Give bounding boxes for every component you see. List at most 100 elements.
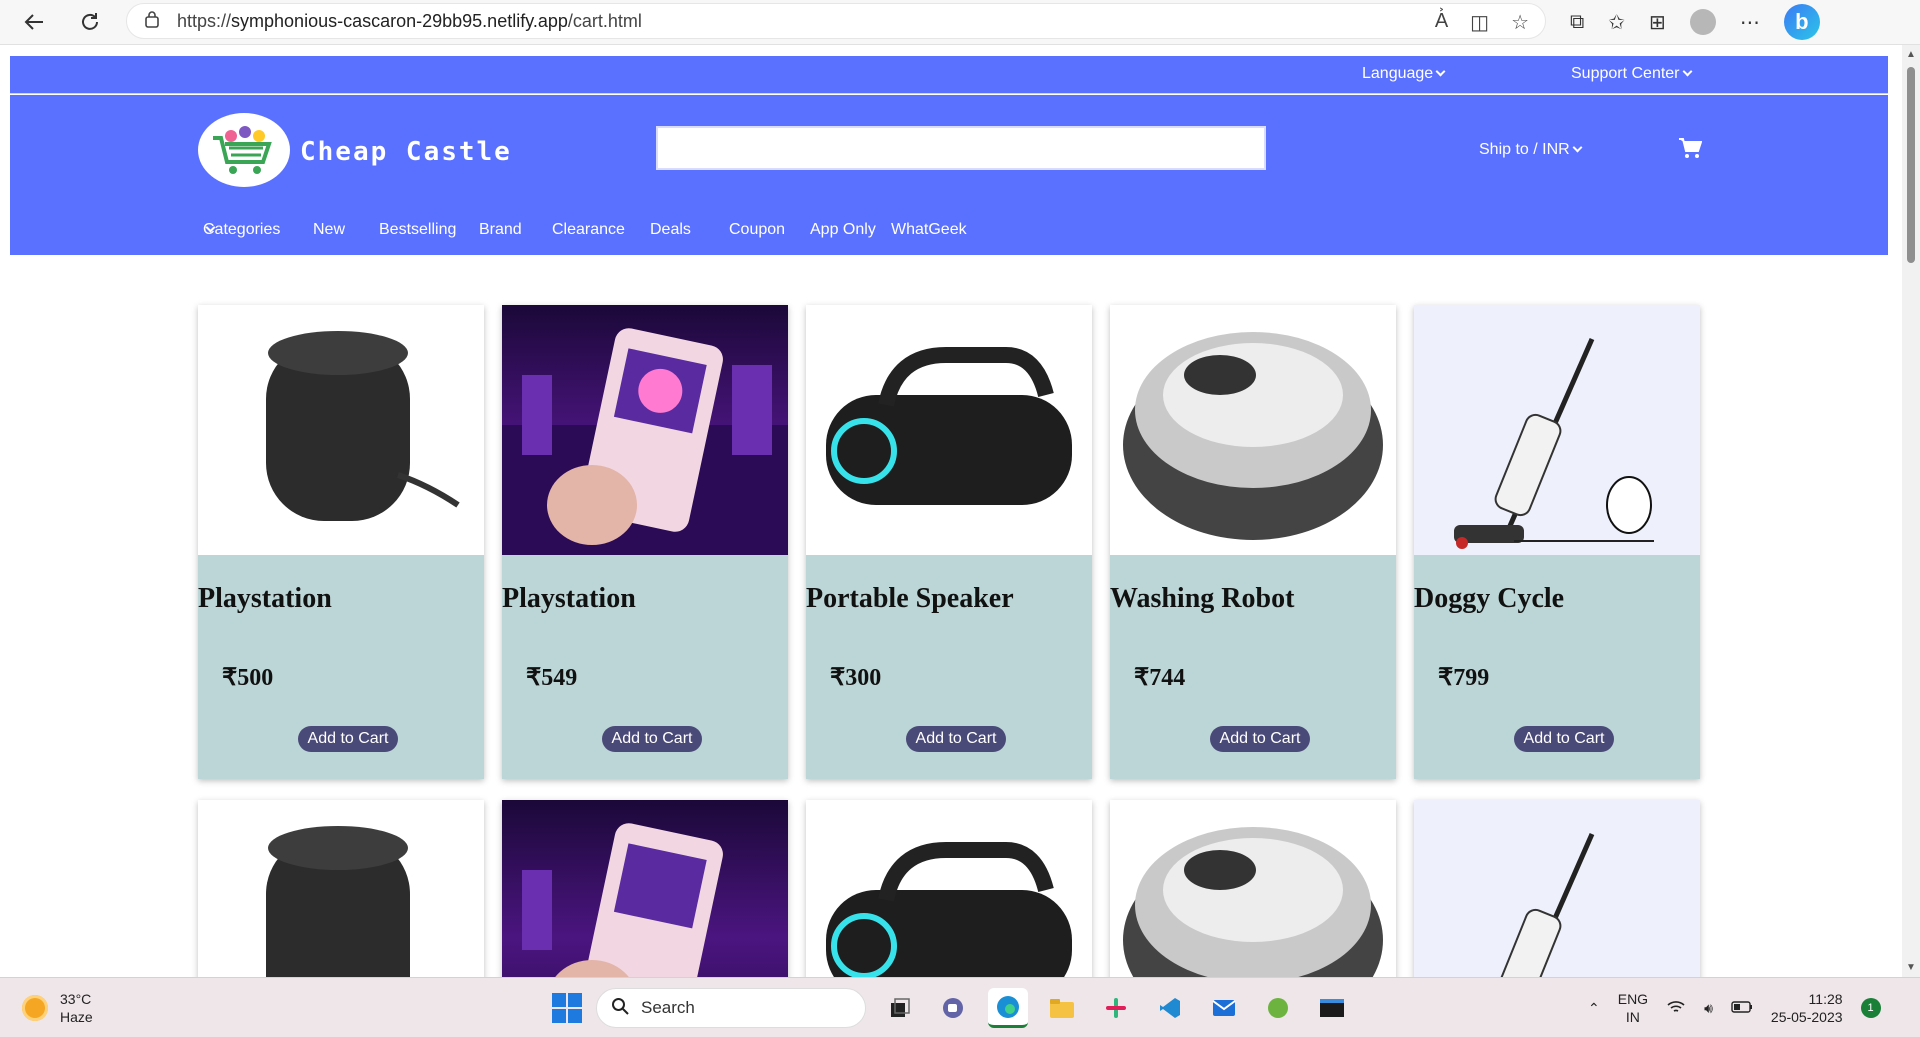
product-card: [806, 800, 1092, 977]
weather-condition: Haze: [60, 1009, 93, 1025]
url-text: https://symphonious-cascaron-29bb95.netl…: [177, 10, 642, 31]
handheld-console-image[interactable]: [502, 800, 788, 977]
temperature: 33°C: [60, 991, 92, 1007]
product-card: Playstation ₹549 Add to Cart: [502, 305, 788, 779]
product-name: Washing Robot: [1110, 583, 1295, 614]
sun-haze-icon: [22, 995, 48, 1021]
menu-categories[interactable]: Categories: [203, 221, 280, 239]
lock-icon: [145, 10, 159, 33]
add-to-cart-button[interactable]: Add to Cart: [906, 726, 1006, 752]
top-strip: Language Support Center: [10, 56, 1888, 94]
refresh-icon[interactable]: [72, 4, 108, 40]
extensions-icon[interactable]: ⧉: [1570, 11, 1584, 34]
wifi-icon[interactable]: [1666, 999, 1686, 1018]
windows-start-icon[interactable]: [552, 993, 582, 1023]
brand-name[interactable]: Cheap Castle: [300, 137, 512, 167]
page-viewport: Language Support Center Cheap Castle Shi…: [0, 45, 1902, 977]
more-menu-icon[interactable]: ⋯: [1740, 10, 1760, 35]
system-clock[interactable]: 11:28 25-05-2023: [1771, 990, 1843, 1026]
portable-speaker-image[interactable]: [806, 305, 1092, 555]
stick-vacuum-image[interactable]: [1414, 800, 1700, 977]
menu-coupon[interactable]: Coupon: [729, 221, 785, 239]
robot-vacuum-image[interactable]: [1110, 305, 1396, 555]
mail-icon[interactable]: [1204, 988, 1244, 1028]
product-price: ₹500: [222, 665, 274, 691]
profile-avatar[interactable]: [1689, 9, 1716, 35]
volume-icon[interactable]: 🔊︎: [1704, 1000, 1713, 1017]
split-screen-icon[interactable]: ◫: [1470, 10, 1489, 35]
handheld-console-image[interactable]: [502, 305, 788, 555]
search-label: Search: [641, 998, 695, 1017]
site-header: Cheap Castle Ship to / INR Categories Ne…: [10, 95, 1888, 255]
menu-bestselling[interactable]: Bestselling: [379, 221, 456, 239]
product-card: Portable Speaker ₹300 Add to Cart: [806, 305, 1092, 779]
portable-speaker-image[interactable]: [806, 800, 1092, 977]
product-card: [198, 800, 484, 977]
file-explorer-icon[interactable]: [1042, 988, 1082, 1028]
back-icon[interactable]: [16, 4, 52, 40]
product-card: [502, 800, 788, 977]
show-hidden-icons[interactable]: ⌃: [1588, 1000, 1600, 1017]
notification-badge[interactable]: 1: [1860, 998, 1881, 1018]
add-to-cart-button[interactable]: Add to Cart: [1210, 726, 1310, 752]
menu-whatgeek[interactable]: WhatGeek: [891, 221, 967, 239]
cylinder-speaker-image[interactable]: [198, 305, 484, 555]
vscode-icon[interactable]: [1150, 988, 1190, 1028]
mysql-terminal-icon[interactable]: [1312, 988, 1352, 1028]
menu-deals[interactable]: Deals: [650, 221, 691, 239]
ship-to-dropdown[interactable]: Ship to / INR: [1479, 141, 1583, 159]
menu-clearance[interactable]: Clearance: [552, 221, 625, 239]
product-card: Washing Robot ₹744 Add to Cart: [1110, 305, 1396, 779]
scroll-up-icon[interactable]: ▲: [1906, 49, 1916, 60]
cylinder-speaker-image[interactable]: [198, 800, 484, 977]
collections-icon[interactable]: ⊞: [1649, 10, 1666, 35]
scroll-down-icon[interactable]: ▼: [1906, 962, 1916, 973]
product-card: [1110, 800, 1396, 977]
menu-app-only[interactable]: App Only: [810, 221, 876, 239]
add-to-cart-button[interactable]: Add to Cart: [298, 726, 398, 752]
chevron-down-icon: [1682, 66, 1692, 77]
product-price: ₹744: [1134, 665, 1186, 691]
slack-icon[interactable]: [1096, 988, 1136, 1028]
task-view-icon[interactable]: [880, 988, 920, 1028]
favorite-add-icon[interactable]: ☆: [1511, 10, 1529, 35]
add-to-cart-button[interactable]: Add to Cart: [602, 726, 702, 752]
product-card: Doggy Cycle ₹799 Add to Cart: [1414, 305, 1700, 779]
weather-widget[interactable]: 33°C Haze: [22, 990, 93, 1026]
windows-taskbar: 33°C Haze Search ⌃ ENG IN 🔊︎ 11:28 25-05-20…: [0, 977, 1920, 1037]
bing-icon[interactable]: b: [1783, 4, 1820, 40]
product-price: ₹300: [830, 665, 882, 691]
menu-new[interactable]: New: [313, 221, 345, 239]
springboot-icon[interactable]: [1258, 988, 1298, 1028]
product-price: ₹799: [1438, 665, 1490, 691]
robot-vacuum-image[interactable]: [1110, 800, 1396, 977]
add-to-cart-button[interactable]: Add to Cart: [1514, 726, 1614, 752]
taskbar-search[interactable]: Search: [596, 988, 866, 1028]
browser-toolbar: https://symphonious-cascaron-29bb95.netl…: [0, 0, 1920, 45]
product-card: Playstation ₹500 Add to Cart: [198, 305, 484, 779]
input-language[interactable]: ENG IN: [1618, 990, 1648, 1026]
product-name: Playstation: [198, 583, 332, 614]
scrollbar-thumb[interactable]: [1907, 67, 1915, 263]
search-icon: [611, 997, 629, 1020]
favorites-icon[interactable]: ✩: [1608, 10, 1625, 35]
language-dropdown[interactable]: Language: [1362, 65, 1446, 83]
battery-icon[interactable]: [1731, 1000, 1753, 1016]
read-aloud-icon[interactable]: A͐: [1435, 10, 1448, 35]
menu-brand[interactable]: Brand: [479, 221, 522, 239]
shopping-cart-icon[interactable]: [1678, 137, 1703, 164]
chevron-down-icon: [1572, 142, 1583, 153]
chevron-down-icon: [1435, 66, 1446, 77]
product-name: Playstation: [502, 583, 636, 614]
address-bar[interactable]: https://symphonious-cascaron-29bb95.netl…: [126, 3, 1546, 39]
support-center-dropdown[interactable]: Support Center: [1571, 65, 1692, 83]
stick-vacuum-image[interactable]: [1414, 305, 1700, 555]
page-scrollbar[interactable]: ▲ ▼: [1902, 45, 1920, 977]
product-price: ₹549: [526, 665, 578, 691]
edge-browser-icon[interactable]: [988, 988, 1028, 1028]
cart-logo-icon[interactable]: [198, 113, 290, 187]
chat-icon[interactable]: [934, 988, 974, 1028]
search-input[interactable]: [656, 126, 1266, 170]
product-name: Portable Speaker: [806, 583, 1014, 614]
product-name: Doggy Cycle: [1414, 583, 1565, 614]
